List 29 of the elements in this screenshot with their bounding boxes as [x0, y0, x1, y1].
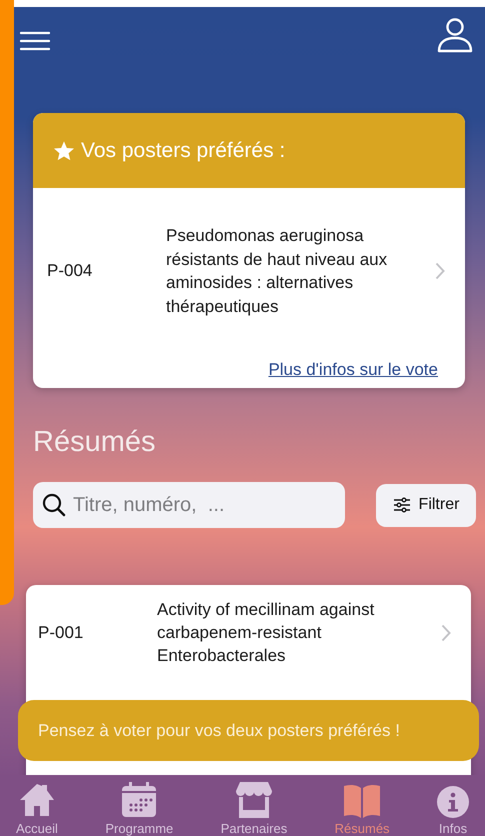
star-icon	[53, 140, 75, 162]
tab[interactable]: Partenaires	[208, 775, 300, 836]
chevron-icon	[441, 624, 451, 642]
menu-icon[interactable]	[20, 31, 50, 51]
sliders-icon	[392, 497, 411, 513]
tab[interactable]: Accueil	[4, 775, 70, 836]
favorites-title: Vos posters préférés :	[81, 138, 286, 162]
poster-number: P-004	[47, 261, 94, 281]
abstract-number: P-001	[38, 622, 84, 642]
poster-title: Pseudomonas aeruginosa résistants de haut niveau aux aminosides : alternatives thérapeutiques	[166, 225, 388, 318]
chevron-icon	[435, 262, 445, 280]
book-icon	[343, 784, 382, 818]
tab[interactable]: Programme	[93, 775, 186, 836]
filter-button[interactable]: Filtrer	[376, 484, 476, 526]
search-field[interactable]: Titre, numéro, ...	[33, 482, 345, 528]
poster-row[interactable]: P-004 Pseudomonas aeruginosa résistants de haut niveau aux aminosides : alternatives thérapeutiques	[33, 188, 465, 318]
vote-toast: Pensez à voter pour vos deux posters préférés !	[18, 700, 479, 761]
calendar-icon	[121, 782, 158, 818]
search-icon	[41, 492, 67, 518]
profile-icon[interactable]	[437, 17, 473, 53]
section-title: Résumés	[33, 426, 156, 459]
info-icon	[437, 786, 469, 818]
vote-info-link[interactable]: Plus d'infos sur le vote	[268, 360, 438, 380]
storefront-icon	[236, 782, 272, 818]
tab[interactable]: Infos	[425, 775, 481, 836]
tab[interactable]: Résumés	[322, 775, 402, 836]
abstract-row[interactable]: P-001 Activity of mecillinam against carbapenem-resistant Enterobacterales	[26, 585, 471, 667]
abstract-title: Activity of mecillinam against carbapenem-resistant Enterobacterales	[157, 599, 376, 667]
house-icon	[18, 782, 56, 818]
